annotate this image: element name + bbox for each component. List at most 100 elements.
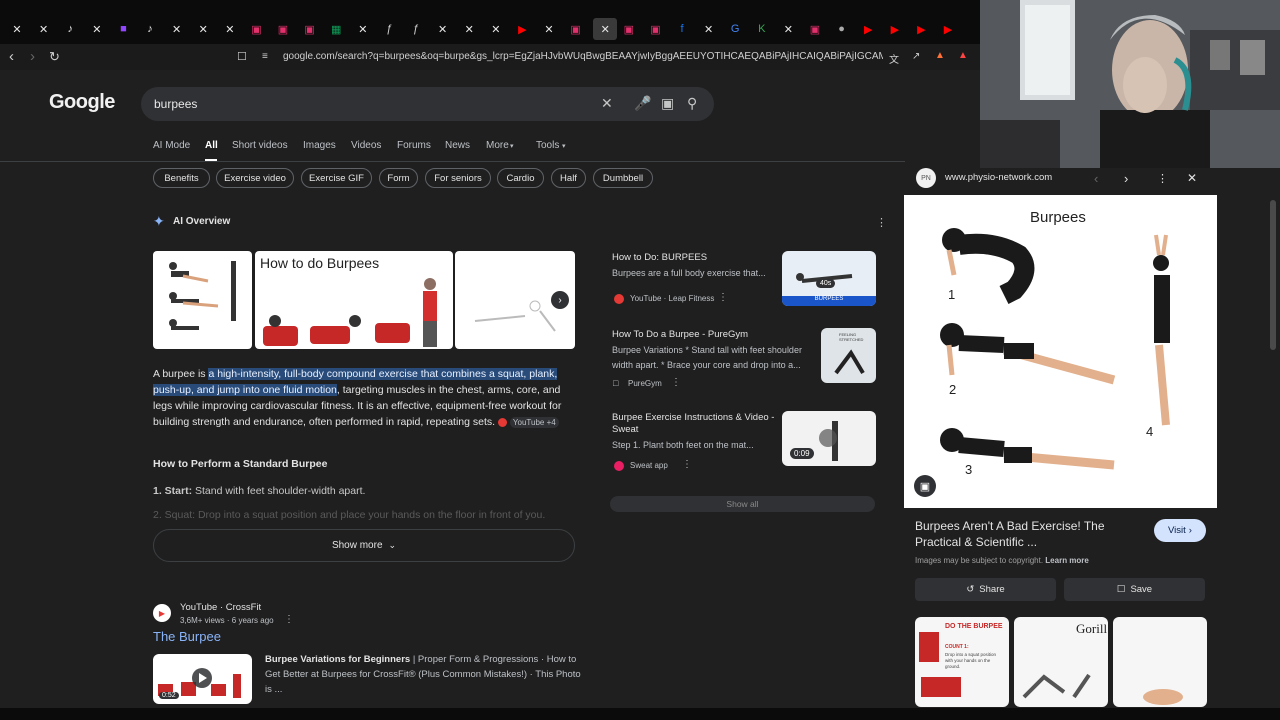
- tab-favicon-X-icon[interactable]: ✕: [8, 20, 26, 38]
- ai-more-icon[interactable]: ⋮: [876, 216, 887, 229]
- tab-favicon-google-icon[interactable]: G: [726, 20, 744, 38]
- lens-search-icon[interactable]: ▣: [914, 475, 936, 497]
- related-image-2[interactable]: Gorill: [1014, 617, 1108, 707]
- chip-cardio[interactable]: Cardio: [497, 168, 544, 188]
- source-1-thumbnail[interactable]: BURPEES 40s: [782, 251, 876, 306]
- tab-tools[interactable]: Tools: [536, 140, 559, 151]
- close-icon[interactable]: ✕: [1187, 171, 1197, 185]
- source-2-title[interactable]: How To Do a Burpee - PureGym: [612, 329, 748, 340]
- related-image-3[interactable]: [1113, 617, 1207, 707]
- learn-more-link[interactable]: Learn more: [1045, 556, 1089, 565]
- source-3-title[interactable]: Burpee Exercise Instructions & Video - S…: [612, 412, 782, 436]
- tab-forums[interactable]: Forums: [397, 140, 431, 151]
- tab-favicon-X-icon[interactable]: ✕: [434, 20, 452, 38]
- visit-button[interactable]: Visit ›: [1154, 519, 1206, 542]
- tab-favicon-instagram-icon[interactable]: ▣: [567, 20, 585, 38]
- forward-icon[interactable]: ›: [30, 48, 35, 65]
- brave-shield-icon[interactable]: ▲: [935, 50, 945, 61]
- chip-exercise-gif[interactable]: Exercise GIF: [301, 168, 372, 188]
- tab-favicon-green-icon[interactable]: K: [753, 20, 771, 38]
- tab-short-videos[interactable]: Short videos: [232, 140, 288, 151]
- tab-favicon-X-icon[interactable]: ✕: [168, 20, 186, 38]
- tab-more[interactable]: More: [486, 140, 509, 151]
- google-logo[interactable]: Google: [49, 91, 115, 114]
- reload-icon[interactable]: ↻: [49, 49, 60, 65]
- preview-image[interactable]: Burpees 1 2 3 4 ▣: [904, 195, 1217, 508]
- next-image-icon[interactable]: ›: [1124, 171, 1128, 186]
- carousel-next-icon[interactable]: ›: [551, 291, 569, 309]
- source-1-title[interactable]: How to Do: BURPEES: [612, 252, 707, 263]
- tab-favicon-tiktok-icon[interactable]: ♪: [61, 20, 79, 38]
- source-3-thumbnail[interactable]: 0:09: [782, 411, 876, 466]
- microphone-icon[interactable]: 🎤: [634, 95, 651, 112]
- tab-news[interactable]: News: [445, 140, 470, 151]
- tab-favicon-close-icon[interactable]: ✕: [593, 18, 618, 40]
- brave-rewards-icon[interactable]: ▲: [958, 50, 968, 61]
- result-thumbnail[interactable]: 0:52: [153, 654, 252, 704]
- tab-favicon-X-icon[interactable]: ✕: [88, 20, 106, 38]
- preview-more-icon[interactable]: ⋮: [1157, 172, 1168, 185]
- source-3-more-icon[interactable]: ⋮: [682, 459, 692, 470]
- tab-favicon-instagram-icon[interactable]: ▣: [806, 20, 824, 38]
- source-2-thumbnail[interactable]: FEELING STRETCHED: [821, 328, 876, 383]
- tab-favicon-X-icon[interactable]: ✕: [779, 20, 797, 38]
- save-button[interactable]: ☐ Save: [1064, 578, 1205, 601]
- translate-icon[interactable]: 文: [889, 51, 899, 66]
- ai-image-3[interactable]: ›: [455, 251, 575, 349]
- tab-favicon-X-icon[interactable]: ✕: [194, 20, 212, 38]
- back-icon[interactable]: ‹: [9, 48, 14, 65]
- tab-ai-mode[interactable]: AI Mode: [153, 140, 190, 151]
- url-field[interactable]: google.com/search?q=burpees&oq=burpe&gs_…: [283, 51, 883, 62]
- tab-favicon-youtube-icon[interactable]: ▶: [939, 20, 957, 38]
- share-icon[interactable]: ↗: [912, 51, 920, 62]
- tab-favicon-X-icon[interactable]: ✕: [460, 20, 478, 38]
- tab-videos[interactable]: Videos: [351, 140, 381, 151]
- tab-favicon-X-icon[interactable]: ✕: [700, 20, 718, 38]
- ai-image-2[interactable]: How to do Burpees: [255, 251, 453, 349]
- clear-icon[interactable]: ✕: [601, 95, 613, 112]
- result-more-icon[interactable]: ⋮: [284, 614, 294, 625]
- tab-favicon-feather-icon[interactable]: ƒ: [380, 20, 398, 38]
- tab-images[interactable]: Images: [303, 140, 336, 151]
- tab-favicon-tiktok-icon[interactable]: ♪: [141, 20, 159, 38]
- tab-all[interactable]: All: [205, 140, 218, 151]
- search-icon[interactable]: ⚲: [687, 95, 697, 112]
- source-2-more-icon[interactable]: ⋮: [671, 377, 681, 388]
- related-image-1[interactable]: DO THE BURPEE COUNT 1: Drop into a squat…: [915, 617, 1009, 707]
- tab-favicon-youtube-icon[interactable]: ▶: [859, 20, 877, 38]
- chip-half[interactable]: Half: [551, 168, 586, 188]
- chip-benefits[interactable]: Benefits: [153, 168, 210, 188]
- chip-exercise-video[interactable]: Exercise video: [216, 168, 294, 188]
- preview-site-url[interactable]: www.physio-network.com: [945, 172, 1052, 183]
- search-box[interactable]: burpees ✕ 🎤 ▣ ⚲: [141, 87, 714, 121]
- ai-image-1[interactable]: [153, 251, 252, 349]
- lens-icon[interactable]: ▣: [661, 95, 674, 112]
- chip-for-seniors[interactable]: For seniors: [425, 168, 491, 188]
- tab-favicon-youtube-icon[interactable]: ▶: [912, 20, 930, 38]
- tab-favicon-X-icon[interactable]: ✕: [35, 20, 53, 38]
- tab-favicon-X-icon[interactable]: ✕: [540, 20, 558, 38]
- bookmark-icon[interactable]: ☐: [237, 50, 247, 63]
- show-all-button[interactable]: Show all: [610, 496, 875, 512]
- result-title-link[interactable]: The Burpee: [153, 629, 221, 644]
- tab-favicon-instagram-icon[interactable]: ▣: [247, 20, 265, 38]
- search-input[interactable]: burpees: [154, 97, 197, 111]
- tab-favicon-X-icon[interactable]: ✕: [354, 20, 372, 38]
- chip-dumbbell[interactable]: Dumbbell: [593, 168, 653, 188]
- tab-favicon-sheets-icon[interactable]: ▦: [327, 20, 345, 38]
- prev-image-icon[interactable]: ‹: [1094, 171, 1098, 186]
- tab-favicon-X-icon[interactable]: ✕: [221, 20, 239, 38]
- tab-favicon-facebook-icon[interactable]: f: [673, 20, 691, 38]
- site-info-icon[interactable]: ≡: [262, 51, 268, 62]
- tab-favicon-youtube-icon[interactable]: ▶: [513, 20, 531, 38]
- preview-title-link[interactable]: Burpees Aren't A Bad Exercise! The Pract…: [915, 518, 1145, 550]
- tab-favicon-youtube-icon[interactable]: ▶: [886, 20, 904, 38]
- tab-favicon-instagram-icon[interactable]: ▣: [274, 20, 292, 38]
- citation-chip[interactable]: YouTube +4: [509, 417, 559, 428]
- chip-form[interactable]: Form: [379, 168, 418, 188]
- tab-favicon-X-icon[interactable]: ✕: [487, 20, 505, 38]
- scrollbar[interactable]: [1270, 200, 1276, 350]
- tab-favicon-twitch-icon[interactable]: ■: [114, 20, 132, 38]
- tab-favicon-instagram-icon[interactable]: ▣: [301, 20, 319, 38]
- show-more-button[interactable]: Show more ⌄: [153, 529, 575, 562]
